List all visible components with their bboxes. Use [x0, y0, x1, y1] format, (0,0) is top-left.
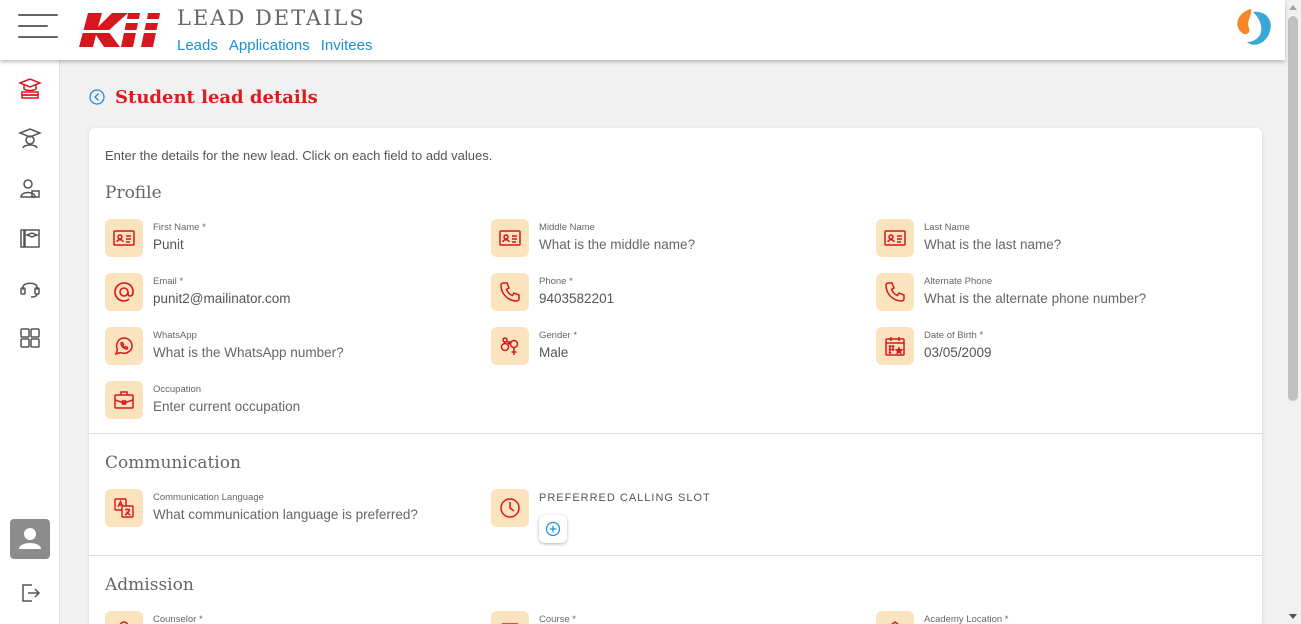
occupation-field[interactable]: Occupation Enter current occupation	[105, 381, 465, 421]
page-title: Student lead details	[115, 87, 318, 108]
field-label: Course *	[539, 614, 576, 624]
user-profile-icon[interactable]	[18, 176, 42, 200]
dashboard-grid-icon[interactable]	[18, 326, 42, 350]
courses-icon[interactable]	[18, 226, 42, 250]
field-label: Academy Location *	[924, 614, 1009, 624]
briefcase-icon	[105, 381, 143, 419]
calendar-icon	[876, 327, 914, 365]
field-label: Counselor *	[153, 614, 203, 624]
admission-section-title: Admission	[105, 575, 194, 595]
field-value: 9403582201	[539, 291, 615, 306]
nav-applications-link[interactable]: Applications	[229, 37, 310, 54]
scroll-down-arrow-icon[interactable]	[1289, 614, 1297, 619]
header-nav: Leads Applications Invitees	[177, 37, 372, 54]
field-label: First Name *	[153, 222, 206, 233]
field-label: Gender *	[539, 330, 578, 341]
field-label: Alternate Phone	[924, 276, 993, 287]
field-value: Male	[539, 345, 569, 360]
field-placeholder: Enter current occupation	[153, 399, 301, 414]
back-arrow-icon[interactable]	[89, 89, 105, 105]
scroll-up-arrow-icon[interactable]	[1289, 5, 1297, 10]
field-label: Communication Language	[153, 492, 264, 503]
academy-location-field[interactable]: Academy Location *	[876, 611, 1236, 624]
top-header: LEAD DETAILS Leads Applications Invitees	[0, 0, 1285, 60]
gender-field[interactable]: Gender * Male	[491, 327, 851, 367]
field-value: punit2@mailinator.com	[153, 291, 291, 306]
clock-icon	[491, 489, 529, 527]
whatsapp-field[interactable]: WhatsApp What is the WhatsApp number?	[105, 327, 465, 367]
calling-slot-label: PREFERRED CALLING SLOT	[539, 492, 711, 504]
lead-form-card: Enter the details for the new lead. Clic…	[89, 128, 1262, 624]
course-icon	[491, 611, 529, 624]
phone-icon	[491, 273, 529, 311]
section-divider	[89, 433, 1262, 434]
kii-logo[interactable]	[76, 9, 166, 49]
field-placeholder: What is the middle name?	[539, 237, 696, 252]
email-field[interactable]: Email * punit2@mailinator.com	[105, 273, 465, 313]
translate-icon	[105, 489, 143, 527]
plus-circle-icon	[545, 521, 561, 537]
field-label: Middle Name	[539, 222, 595, 233]
field-label: Occupation	[153, 384, 202, 395]
gender-icon	[491, 327, 529, 365]
section-divider	[89, 555, 1262, 556]
phone-icon	[876, 273, 914, 311]
communication-language-field[interactable]: Communication Language What communicatio…	[105, 489, 465, 529]
page-heading: LEAD DETAILS	[177, 6, 366, 30]
location-icon	[876, 611, 914, 624]
field-label: WhatsApp	[153, 330, 197, 341]
add-calling-slot-button[interactable]	[539, 515, 567, 543]
counselor-icon	[105, 611, 143, 624]
field-label: Phone *	[539, 276, 573, 287]
field-placeholder: What is the alternate phone number?	[924, 291, 1147, 306]
intro-text: Enter the details for the new lead. Clic…	[105, 148, 493, 163]
phone-field[interactable]: Phone * 9403582201	[491, 273, 851, 313]
support-headset-icon[interactable]	[18, 276, 42, 300]
graduate-icon[interactable]	[17, 126, 43, 150]
profile-section-title: Profile	[105, 183, 162, 203]
field-placeholder: What communication language is preferred…	[153, 507, 418, 522]
last-name-field[interactable]: Last Name What is the last name?	[876, 219, 1236, 259]
sidebar	[0, 60, 60, 624]
brand-logo-icon	[1231, 6, 1275, 48]
whatsapp-icon	[105, 327, 143, 365]
avatar[interactable]	[10, 519, 50, 559]
id-card-icon	[876, 219, 914, 257]
scrollbar-thumb[interactable]	[1288, 16, 1298, 401]
field-value: Punit	[153, 237, 184, 252]
nav-leads-link[interactable]: Leads	[177, 37, 218, 54]
field-label: Email *	[153, 276, 184, 287]
counselor-field[interactable]: Counselor *	[105, 611, 465, 624]
course-field[interactable]: Course *	[491, 611, 851, 624]
field-label: Date of Birth *	[924, 330, 984, 341]
at-icon	[105, 273, 143, 311]
date-of-birth-field[interactable]: Date of Birth * 03/05/2009	[876, 327, 1236, 367]
field-placeholder: What is the last name?	[924, 237, 1062, 252]
alternate-phone-field[interactable]: Alternate Phone What is the alternate ph…	[876, 273, 1236, 313]
field-placeholder: What is the WhatsApp number?	[153, 345, 344, 360]
preferred-calling-slot-field: PREFERRED CALLING SLOT	[491, 489, 851, 545]
id-card-icon	[491, 219, 529, 257]
students-icon[interactable]	[17, 76, 43, 100]
logout-icon[interactable]	[18, 581, 42, 605]
communication-section-title: Communication	[105, 453, 241, 473]
menu-icon[interactable]	[18, 14, 58, 38]
nav-invitees-link[interactable]: Invitees	[321, 37, 373, 54]
id-card-icon	[105, 219, 143, 257]
field-label: Last Name	[924, 222, 970, 233]
page-scrollbar[interactable]	[1285, 0, 1301, 624]
first-name-field[interactable]: First Name * Punit	[105, 219, 465, 259]
middle-name-field[interactable]: Middle Name What is the middle name?	[491, 219, 851, 259]
field-value: 03/05/2009	[924, 345, 992, 360]
